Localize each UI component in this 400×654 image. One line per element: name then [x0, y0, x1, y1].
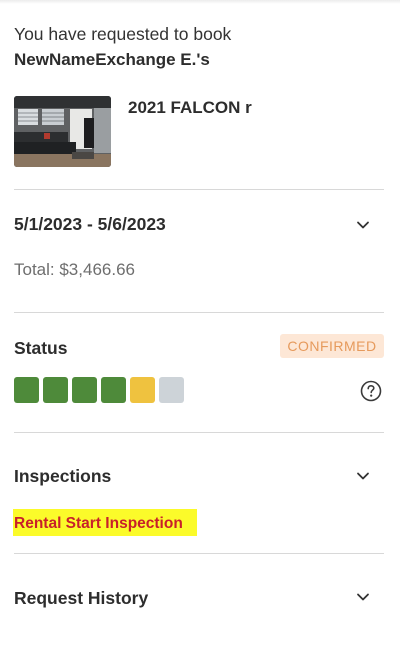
top-edge-shadow	[0, 0, 400, 4]
listing-title[interactable]: 2021 FALCON r	[128, 98, 252, 118]
rental-start-inspection-link[interactable]: Rental Start Inspection	[13, 509, 197, 536]
status-progress-bar	[14, 377, 184, 403]
listing-summary[interactable]: 2021 FALCON r	[14, 96, 384, 168]
question-circle-icon[interactable]	[360, 380, 382, 402]
status-step-complete	[101, 377, 126, 403]
status-step-pending	[159, 377, 184, 403]
divider	[14, 432, 384, 433]
status-step-complete	[72, 377, 97, 403]
host-name: NewNameExchange E.'s	[14, 50, 210, 69]
booking-intro-text: You have requested to book	[14, 24, 232, 44]
chevron-down-icon[interactable]	[356, 590, 370, 604]
booking-intro: You have requested to book NewNameExchan…	[14, 22, 384, 73]
chevron-down-icon[interactable]	[356, 469, 370, 483]
divider	[14, 553, 384, 554]
status-label: Status	[14, 338, 68, 358]
request-history-label[interactable]: Request History	[14, 588, 148, 609]
divider	[14, 189, 384, 190]
listing-thumbnail[interactable]	[14, 96, 111, 167]
chevron-down-icon[interactable]	[356, 218, 370, 232]
divider	[14, 312, 384, 313]
rv-interior-photo-icon	[14, 96, 111, 167]
booking-total: Total: $3,466.66	[14, 260, 135, 279]
status-step-complete	[43, 377, 68, 403]
status-step-complete	[14, 377, 39, 403]
status-step-current	[130, 377, 155, 403]
booking-summary-panel: You have requested to book NewNameExchan…	[0, 0, 400, 654]
status-badge: CONFIRMED	[280, 334, 384, 358]
booking-date-range[interactable]: 5/1/2023 - 5/6/2023	[14, 214, 166, 235]
inspections-label[interactable]: Inspections	[14, 466, 111, 487]
